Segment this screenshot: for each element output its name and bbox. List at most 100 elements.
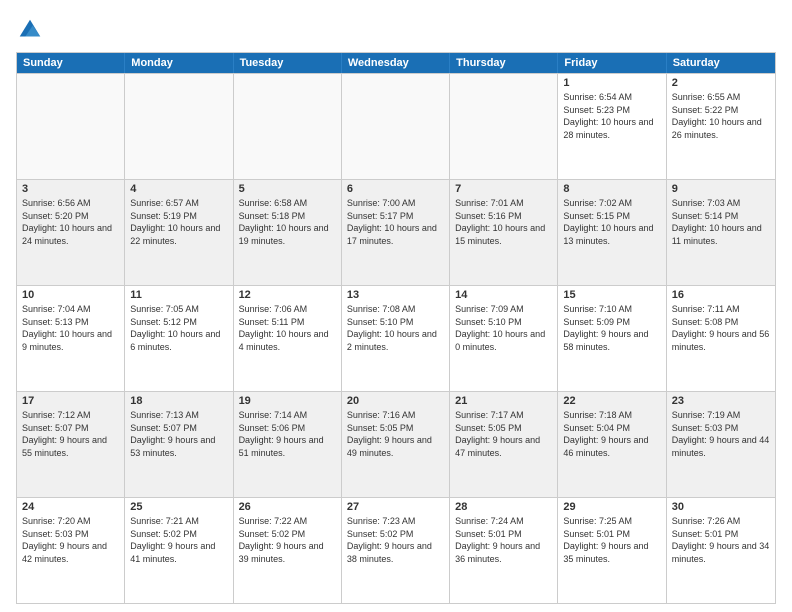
day-number: 12 <box>239 289 336 301</box>
day-info: Sunrise: 7:03 AM Sunset: 5:14 PM Dayligh… <box>672 197 770 247</box>
calendar-cell: 16 Sunrise: 7:11 AM Sunset: 5:08 PM Dayli… <box>667 286 775 391</box>
day-number: 26 <box>239 501 336 513</box>
calendar-cell: 1Sunrise: 6:54 AM Sunset: 5:23 PM Daylig… <box>558 74 666 179</box>
calendar-cell: 13Sunrise: 7:08 AM Sunset: 5:10 PM Dayli… <box>342 286 450 391</box>
calendar-cell: 11 Sunrise: 7:05 AM Sunset: 5:12 PM Dayli… <box>125 286 233 391</box>
day-header-saturday: Saturday <box>667 53 775 73</box>
day-info: Sunrise: 7:21 AM Sunset: 5:02 PM Dayligh… <box>130 515 227 565</box>
calendar-cell: 10Sunrise: 7:04 AM Sunset: 5:13 PM Dayli… <box>17 286 125 391</box>
day-header-tuesday: Tuesday <box>234 53 342 73</box>
calendar-row-3: 17 Sunrise: 7:12 AM Sunset: 5:07 PM Dayli… <box>17 391 775 497</box>
day-info: Sunrise: 6:57 AM Sunset: 5:19 PM Dayligh… <box>130 197 227 247</box>
calendar-cell: 5 Sunrise: 6:58 AM Sunset: 5:18 PM Daylig… <box>234 180 342 285</box>
day-info: Sunrise: 7:12 AM Sunset: 5:07 PM Dayligh… <box>22 409 119 459</box>
logo <box>16 16 48 44</box>
calendar-body: 1Sunrise: 6:54 AM Sunset: 5:23 PM Daylig… <box>17 73 775 603</box>
calendar-cell: 25 Sunrise: 7:21 AM Sunset: 5:02 PM Dayli… <box>125 498 233 603</box>
logo-icon <box>16 16 44 44</box>
calendar-cell: 7Sunrise: 7:01 AM Sunset: 5:16 PM Daylig… <box>450 180 558 285</box>
day-info: Sunrise: 7:02 AM Sunset: 5:15 PM Dayligh… <box>563 197 660 247</box>
day-info: Sunrise: 7:22 AM Sunset: 5:02 PM Dayligh… <box>239 515 336 565</box>
calendar-cell: 3 Sunrise: 6:56 AM Sunset: 5:20 PM Daylig… <box>17 180 125 285</box>
day-info: Sunrise: 7:25 AM Sunset: 5:01 PM Dayligh… <box>563 515 660 565</box>
day-number: 25 <box>130 501 227 513</box>
calendar-cell: 14 Sunrise: 7:09 AM Sunset: 5:10 PM Dayli… <box>450 286 558 391</box>
day-number: 6 <box>347 183 444 195</box>
day-number: 29 <box>563 501 660 513</box>
day-number: 17 <box>22 395 119 407</box>
calendar-cell: 18 Sunrise: 7:13 AM Sunset: 5:07 PM Dayli… <box>125 392 233 497</box>
day-info: Sunrise: 7:08 AM Sunset: 5:10 PM Dayligh… <box>347 303 444 353</box>
calendar-cell: 24 Sunrise: 7:20 AM Sunset: 5:03 PM Dayli… <box>17 498 125 603</box>
calendar-header: SundayMondayTuesdayWednesdayThursdayFrid… <box>17 53 775 73</box>
day-info: Sunrise: 7:14 AM Sunset: 5:06 PM Dayligh… <box>239 409 336 459</box>
calendar: SundayMondayTuesdayWednesdayThursdayFrid… <box>16 52 776 604</box>
day-info: Sunrise: 7:09 AM Sunset: 5:10 PM Dayligh… <box>455 303 552 353</box>
calendar-cell: 22 Sunrise: 7:18 AM Sunset: 5:04 PM Dayli… <box>558 392 666 497</box>
calendar-cell <box>234 74 342 179</box>
day-number: 10 <box>22 289 119 301</box>
day-number: 9 <box>672 183 770 195</box>
day-info: Sunrise: 6:56 AM Sunset: 5:20 PM Dayligh… <box>22 197 119 247</box>
day-number: 19 <box>239 395 336 407</box>
day-info: Sunrise: 7:05 AM Sunset: 5:12 PM Dayligh… <box>130 303 227 353</box>
calendar-cell: 17 Sunrise: 7:12 AM Sunset: 5:07 PM Dayli… <box>17 392 125 497</box>
calendar-cell: 19 Sunrise: 7:14 AM Sunset: 5:06 PM Dayli… <box>234 392 342 497</box>
day-info: Sunrise: 7:00 AM Sunset: 5:17 PM Dayligh… <box>347 197 444 247</box>
day-number: 21 <box>455 395 552 407</box>
calendar-row-1: 3 Sunrise: 6:56 AM Sunset: 5:20 PM Daylig… <box>17 179 775 285</box>
day-info: Sunrise: 7:26 AM Sunset: 5:01 PM Dayligh… <box>672 515 770 565</box>
day-number: 27 <box>347 501 444 513</box>
calendar-cell: 4Sunrise: 6:57 AM Sunset: 5:19 PM Daylig… <box>125 180 233 285</box>
calendar-cell: 30 Sunrise: 7:26 AM Sunset: 5:01 PM Dayli… <box>667 498 775 603</box>
calendar-cell: 23 Sunrise: 7:19 AM Sunset: 5:03 PM Dayli… <box>667 392 775 497</box>
day-number: 2 <box>672 77 770 89</box>
calendar-cell: 20 Sunrise: 7:16 AM Sunset: 5:05 PM Dayli… <box>342 392 450 497</box>
day-info: Sunrise: 7:10 AM Sunset: 5:09 PM Dayligh… <box>563 303 660 353</box>
header <box>16 16 776 44</box>
calendar-cell: 6 Sunrise: 7:00 AM Sunset: 5:17 PM Daylig… <box>342 180 450 285</box>
calendar-row-4: 24 Sunrise: 7:20 AM Sunset: 5:03 PM Dayli… <box>17 497 775 603</box>
day-number: 7 <box>455 183 552 195</box>
day-info: Sunrise: 7:23 AM Sunset: 5:02 PM Dayligh… <box>347 515 444 565</box>
calendar-cell: 26 Sunrise: 7:22 AM Sunset: 5:02 PM Dayli… <box>234 498 342 603</box>
day-info: Sunrise: 7:13 AM Sunset: 5:07 PM Dayligh… <box>130 409 227 459</box>
calendar-cell: 12 Sunrise: 7:06 AM Sunset: 5:11 PM Dayli… <box>234 286 342 391</box>
day-number: 23 <box>672 395 770 407</box>
day-number: 22 <box>563 395 660 407</box>
day-info: Sunrise: 6:58 AM Sunset: 5:18 PM Dayligh… <box>239 197 336 247</box>
calendar-row-0: 1Sunrise: 6:54 AM Sunset: 5:23 PM Daylig… <box>17 73 775 179</box>
day-number: 1 <box>563 77 660 89</box>
day-info: Sunrise: 7:20 AM Sunset: 5:03 PM Dayligh… <box>22 515 119 565</box>
day-number: 5 <box>239 183 336 195</box>
day-number: 18 <box>130 395 227 407</box>
calendar-cell <box>342 74 450 179</box>
day-info: Sunrise: 7:19 AM Sunset: 5:03 PM Dayligh… <box>672 409 770 459</box>
day-info: Sunrise: 6:55 AM Sunset: 5:22 PM Dayligh… <box>672 91 770 141</box>
calendar-cell: 29 Sunrise: 7:25 AM Sunset: 5:01 PM Dayli… <box>558 498 666 603</box>
day-info: Sunrise: 7:17 AM Sunset: 5:05 PM Dayligh… <box>455 409 552 459</box>
day-info: Sunrise: 7:18 AM Sunset: 5:04 PM Dayligh… <box>563 409 660 459</box>
day-info: Sunrise: 7:24 AM Sunset: 5:01 PM Dayligh… <box>455 515 552 565</box>
calendar-row-2: 10Sunrise: 7:04 AM Sunset: 5:13 PM Dayli… <box>17 285 775 391</box>
day-info: Sunrise: 7:06 AM Sunset: 5:11 PM Dayligh… <box>239 303 336 353</box>
day-header-thursday: Thursday <box>450 53 558 73</box>
calendar-cell: 2 Sunrise: 6:55 AM Sunset: 5:22 PM Daylig… <box>667 74 775 179</box>
calendar-cell <box>17 74 125 179</box>
day-info: Sunrise: 7:16 AM Sunset: 5:05 PM Dayligh… <box>347 409 444 459</box>
day-info: Sunrise: 7:11 AM Sunset: 5:08 PM Dayligh… <box>672 303 770 353</box>
day-number: 11 <box>130 289 227 301</box>
day-number: 20 <box>347 395 444 407</box>
day-number: 30 <box>672 501 770 513</box>
day-number: 8 <box>563 183 660 195</box>
day-number: 3 <box>22 183 119 195</box>
day-header-wednesday: Wednesday <box>342 53 450 73</box>
day-header-monday: Monday <box>125 53 233 73</box>
day-number: 15 <box>563 289 660 301</box>
day-number: 14 <box>455 289 552 301</box>
calendar-cell: 15 Sunrise: 7:10 AM Sunset: 5:09 PM Dayli… <box>558 286 666 391</box>
page: SundayMondayTuesdayWednesdayThursdayFrid… <box>0 0 792 612</box>
day-number: 16 <box>672 289 770 301</box>
day-number: 24 <box>22 501 119 513</box>
calendar-cell: 21 Sunrise: 7:17 AM Sunset: 5:05 PM Dayli… <box>450 392 558 497</box>
